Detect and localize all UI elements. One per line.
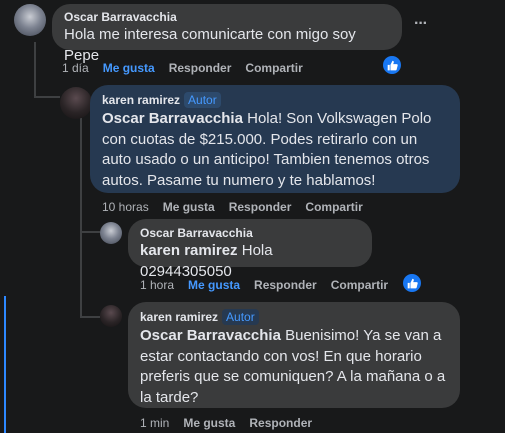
avatar[interactable] xyxy=(100,222,122,244)
reply-button[interactable]: Responder xyxy=(229,200,292,214)
comment-actions: 1 día Me gusta Responder Compartir xyxy=(62,61,317,75)
mention-link[interactable]: karen ramirez xyxy=(140,242,238,259)
comment-text: Oscar Barravacchia Hola! Son Volkswagen … xyxy=(102,109,448,191)
comment-bubble: karen ramirez Autor Oscar Barravacchia Ho… xyxy=(90,85,460,193)
avatar[interactable] xyxy=(14,4,46,36)
comment-time[interactable]: 10 horas xyxy=(102,200,149,214)
avatar[interactable] xyxy=(60,87,92,119)
share-button[interactable]: Compartir xyxy=(245,61,302,75)
thread-line xyxy=(80,118,82,318)
mention-link[interactable]: Oscar Barravacchia xyxy=(140,327,281,344)
thumbs-up-icon[interactable] xyxy=(403,274,421,292)
thread-line xyxy=(34,96,60,98)
comment-bubble: Oscar Barravacchia Hola me interesa comu… xyxy=(52,4,402,64)
comment-author[interactable]: Oscar Barravacchia xyxy=(64,10,390,24)
avatar[interactable] xyxy=(100,305,122,327)
comment-author[interactable]: karen ramirez xyxy=(140,310,218,324)
comment-actions: 1 min Me gusta Responder xyxy=(140,416,326,430)
focus-indicator xyxy=(4,296,6,433)
comment-bubble: Oscar Barravacchia karen ramirez Hola 02… xyxy=(128,219,372,280)
like-button[interactable]: Me gusta xyxy=(183,416,235,430)
comment-author[interactable]: karen ramirez xyxy=(102,93,180,107)
share-button[interactable]: Compartir xyxy=(305,200,362,214)
more-options-icon[interactable]: ··· xyxy=(414,15,428,33)
comment-bubble: karen ramirez Autor Oscar Barravacchia Bu… xyxy=(128,302,460,408)
comment-text: Oscar Barravacchia Buenisimo! Ya se van … xyxy=(140,326,448,408)
author-badge: Autor xyxy=(222,309,259,325)
share-button[interactable]: Compartir xyxy=(331,278,388,292)
author-badge: Autor xyxy=(184,92,221,108)
mention-link[interactable]: Oscar Barravacchia xyxy=(102,110,243,127)
reply-button[interactable]: Responder xyxy=(169,61,232,75)
comment-text: karen ramirez Hola 02944305050 xyxy=(140,241,360,282)
comment-text: Hola me interesa comunicarte con migo so… xyxy=(64,26,356,64)
comment-time[interactable]: 1 hora xyxy=(140,278,174,292)
comment-time[interactable]: 1 min xyxy=(140,416,169,430)
reply-button[interactable]: Responder xyxy=(249,416,312,430)
comment-time[interactable]: 1 día xyxy=(62,61,89,75)
thread-line xyxy=(80,231,100,233)
like-button[interactable]: Me gusta xyxy=(188,278,240,292)
reply-button[interactable]: Responder xyxy=(254,278,317,292)
comment-author[interactable]: Oscar Barravacchia xyxy=(140,226,360,240)
thread-line xyxy=(80,316,100,318)
thumbs-up-icon[interactable] xyxy=(383,56,401,74)
comment-actions: 10 horas Me gusta Responder Compartir xyxy=(102,200,377,214)
thread-line xyxy=(34,42,36,98)
like-button[interactable]: Me gusta xyxy=(103,61,155,75)
like-button[interactable]: Me gusta xyxy=(163,200,215,214)
comment-actions: 1 hora Me gusta Responder Compartir xyxy=(140,278,402,292)
